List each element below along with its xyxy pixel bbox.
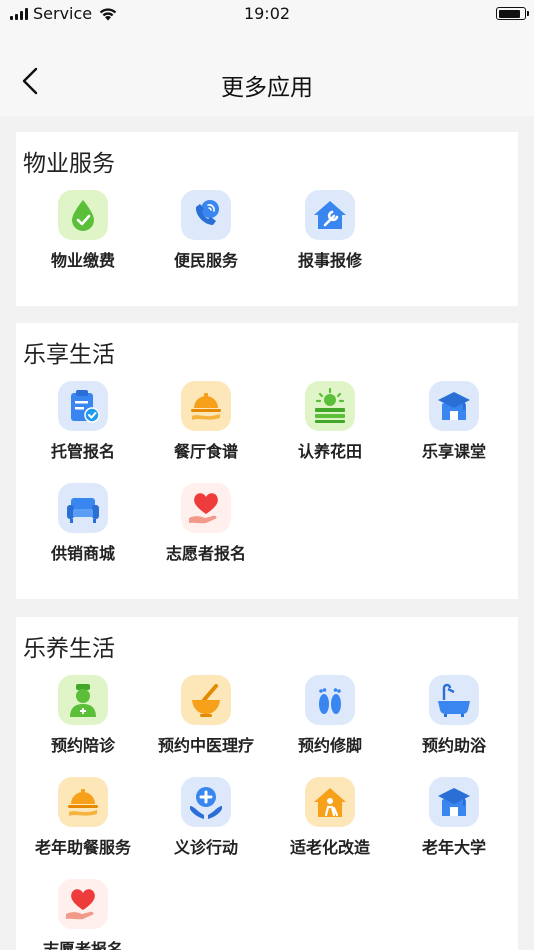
app-label: 预约中医理疗 (157, 736, 254, 755)
sun-field-icon (305, 381, 355, 431)
app-label: 预约陪诊 (50, 736, 115, 755)
food-cloche-icon (58, 777, 108, 827)
heart-hand-icon (58, 879, 108, 929)
heart-hand-icon (181, 483, 231, 533)
app-label: 老年大学 (421, 838, 486, 857)
app-label: 餐厅食谱 (173, 442, 238, 461)
app-label: 老年助餐服务 (34, 838, 131, 857)
app-label: 志愿者报名 (165, 544, 246, 563)
phone-call-icon (181, 190, 231, 240)
medical-cross-hands-icon (181, 777, 231, 827)
graduation-house-icon (429, 777, 479, 827)
elder-home-icon (305, 777, 355, 827)
graduation-house-icon (429, 381, 479, 431)
section-elderly-care-life: 乐养生活 预约陪诊 预约中医理疗 预约修脚 预约助浴 老年助餐服务 义诊行动 适… (16, 617, 518, 950)
app-label: 预约助浴 (421, 736, 486, 755)
app-label: 预约修脚 (297, 736, 362, 755)
app-elderly-meal-service[interactable]: 老年助餐服务 (21, 777, 145, 858)
nurse-icon (58, 675, 108, 725)
clipboard-check-icon (58, 381, 108, 431)
app-label: 物业缴费 (50, 251, 115, 270)
app-label: 适老化改造 (289, 838, 370, 857)
section-property-services: 物业服务 物业缴费 便民服务 报事报修 (16, 132, 518, 306)
section-title: 物业服务 (23, 151, 115, 177)
section-enjoy-life: 乐享生活 托管报名 餐厅食谱 认养花田 乐享课堂 供销商城 志愿者报名 (16, 323, 518, 599)
app-bathing-assist[interactable]: 预约助浴 (392, 675, 516, 756)
app-label: 乐享课堂 (421, 442, 486, 461)
clock: 19:02 (243, 4, 291, 23)
mortar-pestle-icon (181, 675, 231, 725)
app-volunteer-signup[interactable]: 志愿者报名 (144, 483, 268, 564)
battery-icon (496, 7, 529, 20)
section-title: 乐养生活 (23, 636, 115, 662)
app-volunteer-signup[interactable]: 志愿者报名 (21, 879, 145, 950)
app-enjoy-classroom[interactable]: 乐享课堂 (392, 381, 516, 462)
navigation-bar: 更多应用 (0, 28, 534, 116)
app-label: 志愿者报名 (42, 940, 123, 950)
app-restaurant-menu[interactable]: 餐厅食谱 (144, 381, 268, 462)
status-bar: Service 19:02 (0, 0, 534, 28)
app-tcm-therapy[interactable]: 预约中医理疗 (144, 675, 268, 756)
app-senior-university[interactable]: 老年大学 (392, 777, 516, 858)
app-label: 托管报名 (50, 442, 115, 461)
app-repair-report[interactable]: 报事报修 (268, 190, 392, 271)
bathtub-shower-icon (429, 675, 479, 725)
house-wrench-icon (305, 190, 355, 240)
page-title: 更多应用 (221, 75, 313, 101)
app-elderly-home-renovation[interactable]: 适老化改造 (268, 777, 392, 858)
app-childcare-signup[interactable]: 托管报名 (21, 381, 145, 462)
app-escort-appointment[interactable]: 预约陪诊 (21, 675, 145, 756)
footprints-icon (305, 675, 355, 725)
app-label: 认养花田 (297, 442, 362, 461)
sofa-icon (58, 483, 108, 533)
app-label: 便民服务 (173, 251, 238, 270)
app-label: 报事报修 (297, 251, 362, 270)
app-property-fee[interactable]: 物业缴费 (21, 190, 145, 271)
app-label: 供销商城 (50, 544, 115, 563)
water-drop-check-icon (58, 190, 108, 240)
app-supply-mall[interactable]: 供销商城 (21, 483, 145, 564)
app-convenience-service[interactable]: 便民服务 (144, 190, 268, 271)
food-cloche-icon (181, 381, 231, 431)
section-title: 乐享生活 (23, 342, 115, 368)
app-free-clinic[interactable]: 义诊行动 (144, 777, 268, 858)
app-label: 义诊行动 (173, 838, 238, 857)
app-flower-field[interactable]: 认养花田 (268, 381, 392, 462)
app-pedicure[interactable]: 预约修脚 (268, 675, 392, 756)
